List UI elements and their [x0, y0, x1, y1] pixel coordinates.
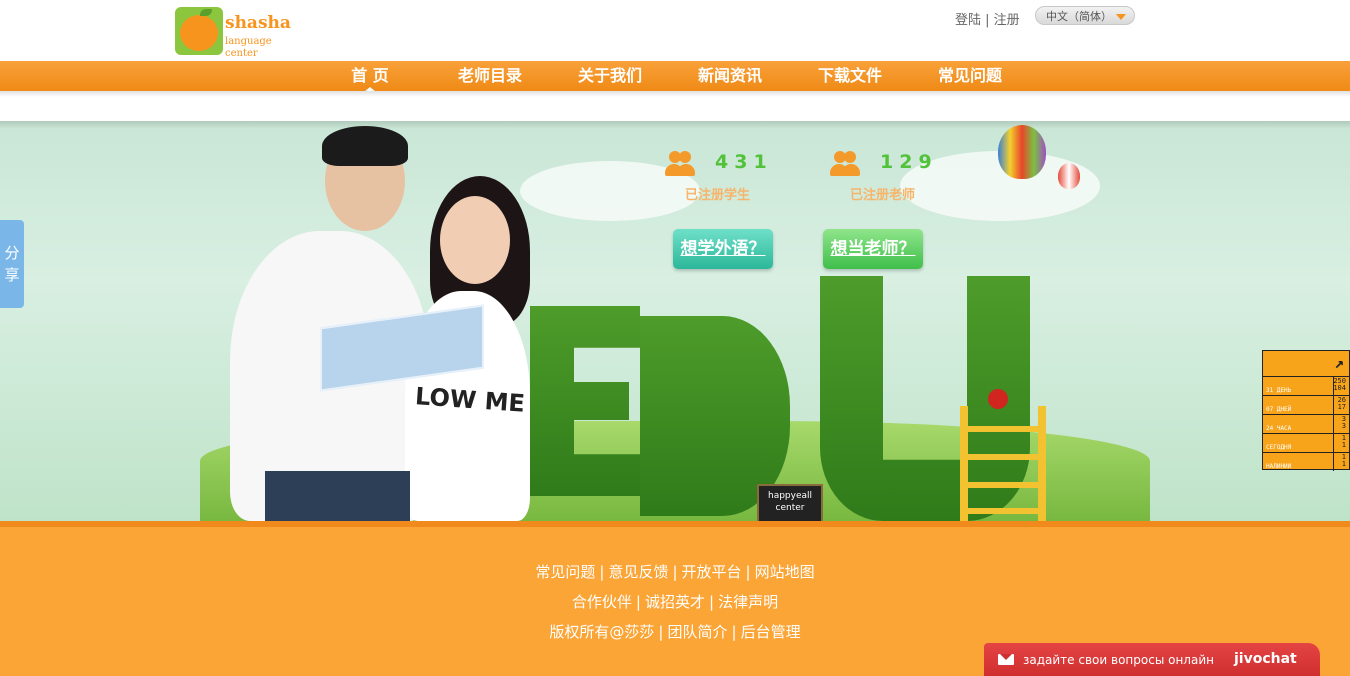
footer-link-partners[interactable]: 合作伙伴	[572, 593, 632, 611]
language-select[interactable]: 中文（简体）	[1035, 6, 1135, 25]
hot-air-balloon	[998, 125, 1046, 179]
footer-links-row: 版权所有@莎莎 | 团队简介 | 后台管理	[549, 623, 801, 641]
footer-link-legal[interactable]: 法律声明	[718, 593, 778, 611]
counter-row: 07 ДНЕЙ 26 17	[1263, 395, 1349, 414]
jivochat-prompt: задайте свои вопросы онлайн	[1023, 653, 1214, 667]
nav-news[interactable]: 新闻资讯	[680, 61, 780, 91]
register-link[interactable]: 注册	[994, 13, 1020, 28]
nav-shadow	[0, 91, 1350, 97]
logo-orange-icon	[175, 7, 223, 55]
counter-row: 31 ДЕНЬ 250 104	[1263, 376, 1349, 395]
ladder	[960, 406, 1046, 521]
login-link[interactable]: 登陆	[955, 13, 981, 28]
logo-name: shasha	[225, 13, 291, 33]
footer-link-faq[interactable]: 常见问题	[535, 563, 595, 581]
main-nav: 首 页 老师目录 关于我们 新闻资讯 下载文件 常见问题	[0, 61, 1350, 92]
share-label: 分	[4, 244, 20, 262]
site-header: shasha language center 登陆 | 注册 中文（简体）	[0, 0, 1350, 61]
hero-banner: LOW ME happyeall center 431 已注册学生 129 已注…	[0, 121, 1350, 521]
footer-link-open-platform[interactable]: 开放平台	[682, 563, 742, 581]
nav-about[interactable]: 关于我们	[560, 61, 660, 91]
visitor-counter[interactable]: ↗ 31 ДЕНЬ 250 104 07 ДНЕЙ 26 17 24 ЧАСА 33…	[1262, 350, 1350, 471]
users-icon	[665, 149, 695, 179]
counter-row: НАЛИНИИ 11	[1263, 452, 1349, 471]
students-count: 431	[715, 151, 773, 173]
account-links: 登陆 | 注册	[955, 9, 1020, 28]
separator: |	[985, 13, 994, 28]
letter-e	[530, 306, 640, 496]
footer-link-team[interactable]: 团队简介	[667, 623, 727, 641]
apple	[988, 389, 1008, 409]
nav-downloads[interactable]: 下载文件	[800, 61, 900, 91]
footer-link-feedback[interactable]: 意见反馈	[608, 563, 668, 581]
hot-air-balloon	[1058, 163, 1080, 189]
users-icon	[830, 149, 860, 179]
language-value: 中文（简体）	[1046, 10, 1112, 23]
nav-faq[interactable]: 常见问题	[920, 61, 1020, 91]
site-logo[interactable]: shasha language center	[175, 7, 300, 59]
jivochat-logo: jivochat	[1234, 651, 1297, 667]
footer-link-admin[interactable]: 后台管理	[741, 623, 801, 641]
arrow-up-right-icon: ↗	[1334, 353, 1344, 372]
footer-copyright: 版权所有@莎莎	[549, 623, 655, 641]
footer-link-careers[interactable]: 诚招英才	[645, 593, 705, 611]
teachers-label: 已注册老师	[850, 188, 916, 203]
footer-link-sitemap[interactable]: 网站地图	[755, 563, 815, 581]
chalkboard: happyeall center	[757, 484, 823, 521]
students-label: 已注册学生	[685, 188, 751, 203]
teachers-count: 129	[880, 151, 938, 173]
footer-links-row: 合作伙伴 | 诚招英才 | 法律声明	[571, 593, 779, 611]
logo-subtitle: language center	[225, 36, 272, 59]
mail-icon	[998, 654, 1014, 665]
learn-language-button[interactable]: 想学外语？	[673, 229, 773, 269]
nav-teachers[interactable]: 老师目录	[440, 61, 540, 91]
jivochat-widget[interactable]: задайте свои вопросы онлайн jivochat	[984, 643, 1320, 676]
footer-links-row: 常见问题 | 意见反馈 | 开放平台 | 网站地图	[535, 563, 815, 581]
share-tab[interactable]: 分 享	[0, 220, 24, 308]
become-teacher-button[interactable]: 想当老师？	[823, 229, 923, 269]
chevron-down-icon	[1116, 14, 1126, 20]
counter-row: СЕГОДНЯ 11	[1263, 433, 1349, 452]
counter-row: 24 ЧАСА 33	[1263, 414, 1349, 433]
